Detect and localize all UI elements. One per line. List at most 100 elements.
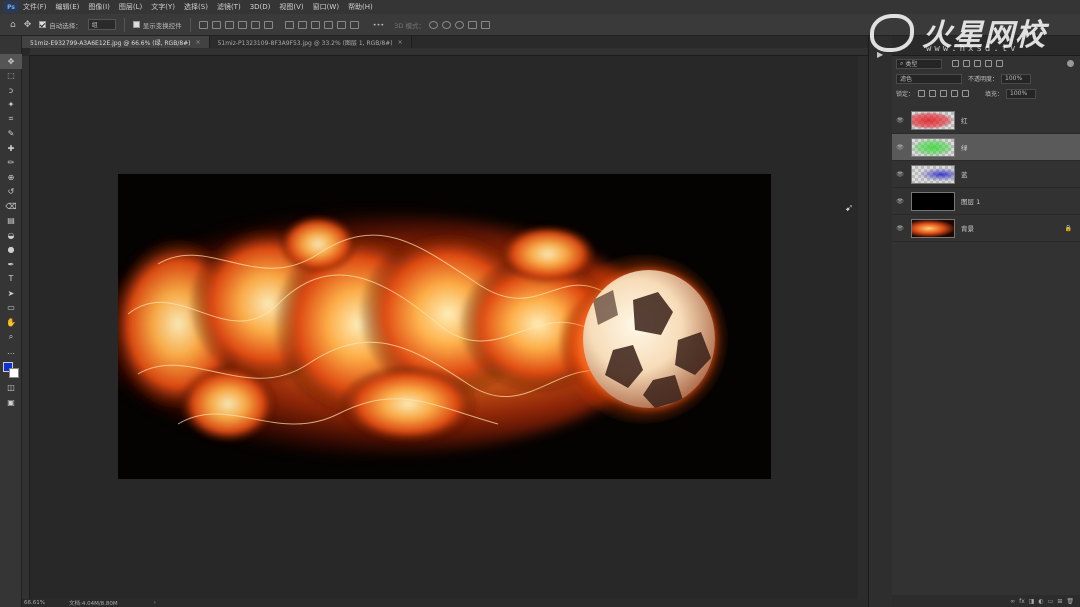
document-canvas[interactable] (118, 174, 771, 479)
align-middle-icon[interactable] (250, 20, 260, 29)
menu-image[interactable]: 图像(I) (88, 2, 110, 12)
lock-artboard-icon[interactable] (951, 90, 959, 97)
crop-icon[interactable]: ⌗ (0, 112, 22, 127)
more-options-icon[interactable]: ••• (373, 21, 385, 29)
distribute-middle-icon[interactable] (297, 20, 307, 29)
auto-select-dropdown[interactable]: 组 (87, 19, 116, 30)
menu-3d[interactable]: 3D(D) (250, 3, 271, 11)
lock-all-icon[interactable] (962, 90, 970, 97)
fx-icon[interactable]: fx (1019, 598, 1025, 605)
close-icon[interactable]: × (196, 39, 201, 46)
menu-window[interactable]: 窗口(W) (313, 2, 339, 12)
3d-rotate-icon[interactable] (429, 20, 438, 29)
filter-type-icon[interactable] (974, 60, 981, 67)
more-icon[interactable]: … (0, 344, 22, 359)
lock-position-icon[interactable] (940, 90, 948, 97)
menu-layer[interactable]: 图层(L) (119, 2, 142, 12)
visibility-eye-icon[interactable]: 👁 (892, 117, 908, 124)
new-layer-icon[interactable]: ⊞ (1057, 598, 1062, 605)
history-brush-icon[interactable]: ↺ (0, 185, 22, 200)
adjustment-layer-icon[interactable]: ◐ (1038, 598, 1043, 605)
distribute-left-icon[interactable] (323, 20, 333, 29)
magic-wand-icon[interactable]: ✦ (0, 98, 22, 113)
visibility-eye-icon[interactable]: 👁 (892, 198, 908, 205)
menu-help[interactable]: 帮助(H) (348, 2, 373, 12)
opacity-input[interactable]: 100% (1001, 73, 1032, 84)
filter-toggle-icon[interactable] (1067, 60, 1074, 67)
distribute-top-icon[interactable] (284, 20, 294, 29)
close-icon[interactable]: × (398, 39, 403, 46)
color-swatch-icon[interactable] (0, 359, 22, 381)
distribute-bottom-icon[interactable] (310, 20, 320, 29)
filter-adjust-icon[interactable] (963, 60, 970, 67)
lock-image-icon[interactable] (929, 90, 937, 97)
3d-scale-icon[interactable] (481, 20, 490, 29)
blur-icon[interactable]: ◒ (0, 228, 22, 243)
align-right-icon[interactable] (224, 20, 234, 29)
auto-select-checkbox[interactable] (39, 21, 47, 28)
marquee-icon[interactable]: ⬚ (0, 69, 22, 84)
move-tool-icon[interactable]: ✥ (24, 20, 32, 30)
hand-icon[interactable]: ✋ (0, 315, 22, 330)
layer-row[interactable]: 👁 绿 (892, 134, 1080, 161)
screen-mode-icon[interactable]: ▣ (0, 395, 22, 410)
align-left-icon[interactable] (198, 20, 208, 29)
filter-pixel-icon[interactable] (952, 60, 959, 67)
lasso-icon[interactable]: ↄ (0, 83, 22, 98)
align-center-icon[interactable] (211, 20, 221, 29)
delete-layer-icon[interactable]: 🗑 (1066, 598, 1074, 605)
type-icon[interactable]: T (0, 272, 22, 287)
layer-row[interactable]: 👁 背景 🔒 (892, 215, 1080, 242)
filter-shape-icon[interactable] (985, 60, 992, 67)
link-layers-icon[interactable]: ∞ (1010, 598, 1015, 605)
distribute-right-icon[interactable] (349, 20, 359, 29)
align-bottom-icon[interactable] (263, 20, 273, 29)
vertical-scrollbar[interactable] (858, 56, 868, 599)
menu-view[interactable]: 视图(V) (279, 2, 303, 12)
new-group-icon[interactable]: ▭ (1048, 598, 1054, 605)
blend-mode-dropdown[interactable]: 滤色 (896, 73, 962, 84)
layer-row[interactable]: 👁 图层 1 (892, 188, 1080, 215)
distribute-center-icon[interactable] (336, 20, 346, 29)
quickmask-icon[interactable]: ◫ (0, 381, 22, 396)
menu-select[interactable]: 选择(S) (184, 2, 208, 12)
tab-document-1[interactable]: 51miz-E932799-A3A6E12E.jpg @ 66.6% (绿, R… (22, 36, 210, 48)
menu-edit[interactable]: 编辑(E) (56, 2, 80, 12)
healing-icon[interactable]: ✚ (0, 141, 22, 156)
move-icon[interactable]: ✥ (0, 54, 22, 69)
3d-slide-icon[interactable] (468, 20, 477, 29)
visibility-eye-icon[interactable]: 👁 (892, 171, 908, 178)
stamp-icon[interactable]: ⊕ (0, 170, 22, 185)
eraser-icon[interactable]: ⌫ (0, 199, 22, 214)
home-icon[interactable]: ⌂ (10, 20, 16, 30)
brush-icon[interactable]: ✏ (0, 156, 22, 171)
canvas-workspace[interactable]: ➹ (30, 56, 858, 599)
layer-filter-dropdown[interactable]: ⌕ 类型 (896, 58, 942, 69)
tab-document-2[interactable]: 51miz-P1323109-8F3A9F53.jpg @ 33.2% (图层 … (209, 36, 412, 48)
visibility-eye-icon[interactable]: 👁 (892, 225, 908, 232)
lock-transparency-icon[interactable] (918, 90, 926, 97)
show-transform-checkbox[interactable] (132, 21, 140, 28)
3d-roll-icon[interactable] (442, 20, 451, 29)
fill-input[interactable]: 100% (1006, 88, 1037, 99)
layer-row[interactable]: 👁 蓝 (892, 161, 1080, 188)
add-mask-icon[interactable]: ◨ (1029, 598, 1035, 605)
menu-filter[interactable]: 滤镜(T) (217, 2, 241, 12)
3d-drag-icon[interactable] (455, 20, 464, 29)
shape-icon[interactable]: ▭ (0, 301, 22, 316)
menu-file[interactable]: 文件(F) (23, 2, 47, 12)
zoom-level[interactable]: 66.61% (24, 600, 45, 606)
filter-smart-icon[interactable] (996, 60, 1003, 67)
layer-row[interactable]: 👁 红 (892, 107, 1080, 134)
pen-icon[interactable]: ✒ (0, 257, 22, 272)
gradient-icon[interactable]: ▤ (0, 214, 22, 229)
eyedropper-icon[interactable]: ✎ (0, 127, 22, 142)
status-arrow-icon[interactable]: › (154, 600, 156, 606)
path-select-icon[interactable]: ➤ (0, 286, 22, 301)
play-icon[interactable]: ▶ (877, 50, 892, 59)
zoom-icon[interactable]: ⌕ (0, 330, 22, 345)
visibility-eye-icon[interactable]: 👁 (892, 144, 908, 151)
align-top-icon[interactable] (237, 20, 247, 29)
dodge-icon[interactable]: ● (0, 243, 22, 258)
menu-type[interactable]: 文字(Y) (151, 2, 175, 12)
